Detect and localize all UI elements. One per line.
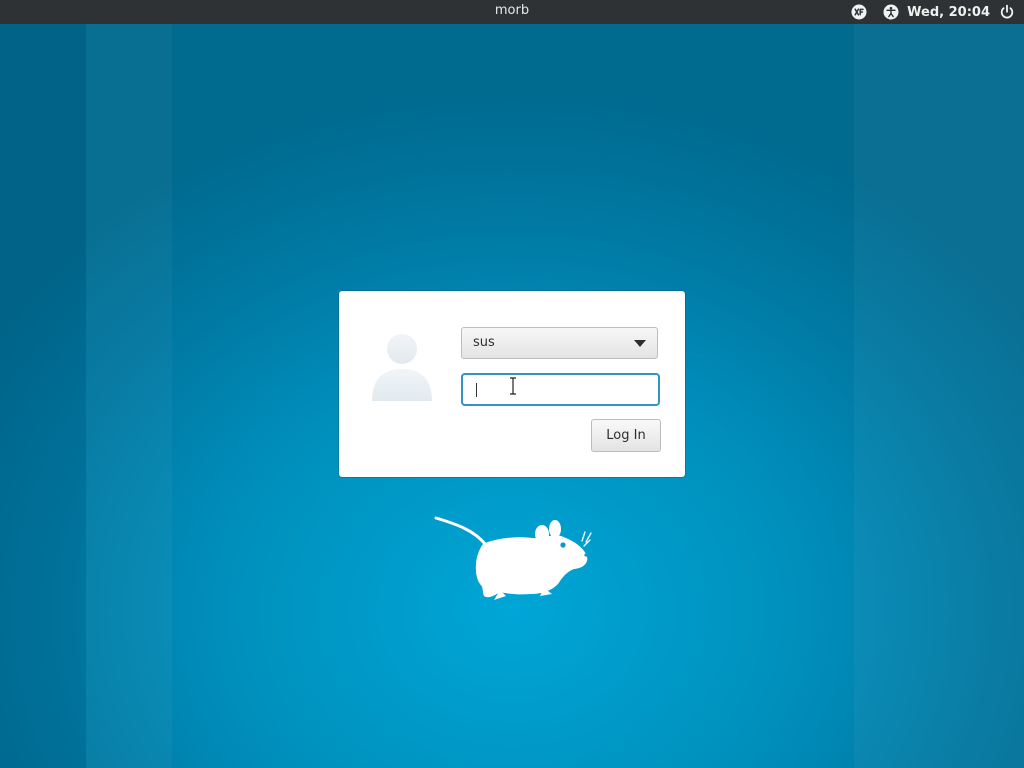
xfce-mouse-logo: [434, 512, 594, 602]
xfce-indicator-icon[interactable]: [851, 4, 867, 20]
top-panel: morb Wed, 20:04: [0, 0, 1024, 24]
panel-indicators: Wed, 20:04: [851, 2, 1015, 22]
login-screen: morb Wed, 20:04 sus Log In: [0, 0, 1024, 768]
background-stripe: [854, 24, 1024, 768]
login-dialog: sus Log In: [339, 291, 685, 477]
user-silhouette-icon: [369, 331, 439, 403]
ibeam-cursor-icon: [508, 376, 518, 396]
user-select-value: sus: [473, 335, 495, 350]
text-caret: [476, 383, 477, 397]
chevron-down-icon: [634, 340, 646, 347]
password-field[interactable]: [461, 373, 660, 406]
login-button[interactable]: Log In: [591, 419, 661, 452]
background-stripe: [0, 24, 86, 768]
clock[interactable]: Wed, 20:04: [907, 5, 990, 20]
power-icon[interactable]: [999, 4, 1015, 20]
background-stripe: [86, 24, 172, 768]
accessibility-icon[interactable]: [883, 4, 899, 20]
user-select[interactable]: sus: [461, 327, 658, 359]
